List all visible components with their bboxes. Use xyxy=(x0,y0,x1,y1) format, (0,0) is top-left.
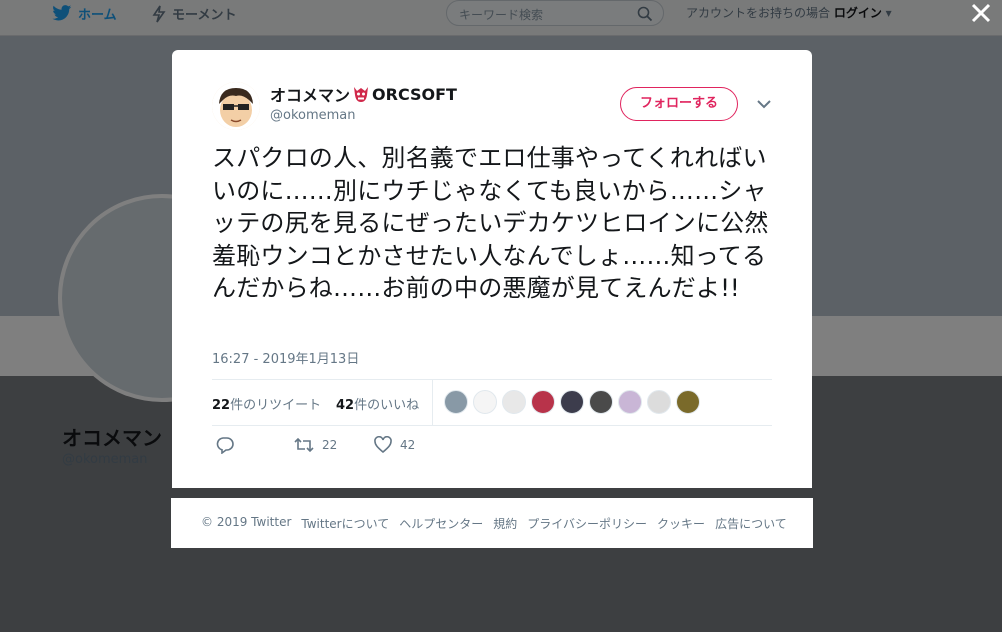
tweet-timestamp[interactable]: 16:27 - 2019年1月13日 xyxy=(212,348,359,367)
footer-link[interactable]: プライバシーポリシー xyxy=(527,515,647,532)
retweet-icon xyxy=(294,437,314,453)
divider xyxy=(212,425,772,426)
divider xyxy=(432,380,433,425)
modal-footer: © 2019 Twitter Twitterについて ヘルプセンター 規約 プライバシー… xyxy=(171,498,813,548)
retweet-button[interactable]: 22 xyxy=(294,436,337,454)
retweet-count: 22 xyxy=(322,438,338,452)
footer-link[interactable]: 広告について xyxy=(715,515,787,532)
liker-avatar[interactable] xyxy=(618,390,642,414)
liker-avatar[interactable] xyxy=(589,390,613,414)
retweet-stat-label: 件のリツイート xyxy=(230,398,322,413)
footer-link[interactable]: 規約 xyxy=(493,515,517,532)
retweet-stat[interactable]: 22件のリツイート xyxy=(212,394,321,413)
liker-avatar[interactable] xyxy=(473,390,497,414)
author-name-suffix: ORCSOFT xyxy=(372,84,457,104)
author-name[interactable]: オコメマン ORCSOFT xyxy=(270,82,457,106)
like-count: 42 xyxy=(400,438,416,452)
copyright-text: © 2019 Twitter xyxy=(201,515,292,529)
retweet-stat-count: 22 xyxy=(212,398,231,413)
chevron-down-icon[interactable] xyxy=(754,96,774,112)
tweet-text: スパクロの人、別名義でエロ仕事やってくれればいいのに……別にウチじゃなくても良い… xyxy=(212,144,769,302)
reply-icon xyxy=(216,437,234,454)
liker-avatar[interactable] xyxy=(444,390,468,414)
liker-avatar[interactable] xyxy=(502,390,526,414)
like-stat-label: 件のいいね xyxy=(354,398,420,413)
author-avatar[interactable] xyxy=(212,82,260,130)
liker-avatar[interactable] xyxy=(560,390,584,414)
oni-mask-icon xyxy=(354,87,369,102)
tweet-actions: 22 42 xyxy=(212,436,512,460)
footer-link[interactable]: クッキー xyxy=(657,515,705,532)
footer-link[interactable]: ヘルプセンター xyxy=(399,515,483,532)
divider xyxy=(212,379,772,380)
liker-avatar[interactable] xyxy=(647,390,671,414)
like-stat[interactable]: 42件のいいね xyxy=(336,394,419,413)
author-handle[interactable]: @okomeman xyxy=(270,108,356,123)
follow-button[interactable]: フォローする xyxy=(620,87,738,121)
footer-link[interactable]: Twitterについて xyxy=(301,515,389,532)
heart-icon xyxy=(374,436,392,454)
like-button[interactable]: 42 xyxy=(374,436,415,454)
liker-avatars xyxy=(444,390,700,414)
liker-avatar[interactable] xyxy=(676,390,700,414)
liker-avatar[interactable] xyxy=(531,390,555,414)
author-avatar-image xyxy=(212,82,260,130)
author-name-text: オコメマン xyxy=(270,86,351,105)
close-icon[interactable] xyxy=(968,0,994,26)
reply-button[interactable] xyxy=(216,436,234,454)
tweet-modal: オコメマン ORCSOFT @okomeman フォローする スパクロの人、別名… xyxy=(172,50,812,488)
like-stat-count: 42 xyxy=(336,398,355,413)
footer-links: © 2019 Twitter Twitterについて ヘルプセンター 規約 プライバシー… xyxy=(201,515,787,532)
